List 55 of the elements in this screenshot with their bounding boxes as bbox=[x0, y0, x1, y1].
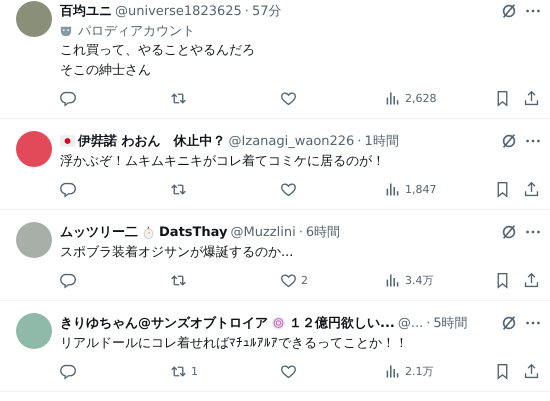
display-name[interactable]: DatsThay bbox=[159, 224, 228, 240]
post-time[interactable]: 1時間 bbox=[364, 132, 399, 150]
user-handle[interactable]: @Izanagi_waon226 bbox=[228, 134, 354, 148]
separator-dot: · bbox=[244, 4, 249, 18]
reply-icon[interactable] bbox=[60, 272, 77, 289]
share-icon[interactable] bbox=[523, 272, 540, 289]
user-handle[interactable]: @universe1823625 bbox=[115, 4, 242, 18]
bar-chart-icon[interactable] bbox=[384, 363, 401, 380]
view-count: 3.4万 bbox=[405, 273, 434, 288]
post-text: リアルドールにコレ着せればﾏﾁｭﾙｱﾙｱできるってことか！！ bbox=[60, 335, 409, 353]
share-icon[interactable] bbox=[523, 181, 540, 198]
post-time[interactable]: 5時間 bbox=[433, 314, 468, 332]
separator-dot: · bbox=[298, 224, 303, 240]
heart-icon[interactable] bbox=[280, 181, 297, 198]
chicken-icon bbox=[141, 225, 156, 239]
heart-icon[interactable] bbox=[280, 272, 297, 289]
reply-icon[interactable] bbox=[60, 181, 77, 198]
slashed-circle-icon[interactable] bbox=[500, 132, 518, 150]
display-name[interactable]: 伊弉諾 わおん 休止中？ bbox=[78, 132, 226, 150]
post-text: これ買って、やることやるんだろ そこの紳士さん bbox=[60, 42, 256, 80]
post-text: スポブラ装着オジサンが爆誕するのか... bbox=[60, 244, 294, 262]
user-handle[interactable]: @Muzzlini bbox=[230, 224, 296, 240]
post-time[interactable]: 57分 bbox=[252, 2, 282, 20]
bar-chart-icon[interactable] bbox=[384, 181, 401, 198]
slashed-circle-icon[interactable] bbox=[500, 314, 518, 332]
heart-icon[interactable] bbox=[280, 90, 297, 107]
slashed-circle-icon[interactable] bbox=[500, 223, 518, 241]
post-time[interactable]: 6時間 bbox=[306, 223, 340, 241]
view-count: 1,847 bbox=[405, 183, 436, 196]
mask-icon bbox=[60, 25, 72, 37]
share-icon[interactable] bbox=[523, 90, 540, 107]
parody-account-label: パロディアカウント bbox=[78, 23, 195, 40]
reply-icon[interactable] bbox=[60, 363, 77, 380]
display-name[interactable]: 百均ユニ bbox=[60, 2, 112, 20]
separator-dot: · bbox=[426, 316, 430, 330]
bar-chart-icon[interactable] bbox=[384, 90, 401, 107]
separator-dot: · bbox=[357, 134, 362, 148]
like-count: 2 bbox=[301, 274, 308, 287]
display-name[interactable]: きりゆちゃん@サンズオブトロイア bbox=[60, 314, 268, 332]
spiral-icon bbox=[271, 316, 286, 330]
slashed-circle-icon[interactable] bbox=[500, 2, 518, 20]
repost-count: 1 bbox=[191, 365, 198, 378]
view-count: 2.1万 bbox=[405, 364, 434, 379]
flag-icon bbox=[60, 134, 75, 148]
display-name[interactable]: ムッツリー二 bbox=[60, 223, 138, 241]
display-name[interactable]: １２億円欲しい... bbox=[289, 314, 395, 332]
avatar-photo[interactable] bbox=[16, 1, 52, 37]
bar-chart-icon[interactable] bbox=[384, 272, 401, 289]
user-handle[interactable]: @... bbox=[398, 316, 424, 330]
avatar-photo[interactable] bbox=[16, 131, 52, 167]
heart-icon[interactable] bbox=[280, 363, 297, 380]
view-count: 2,628 bbox=[405, 92, 436, 105]
reply-icon[interactable] bbox=[60, 90, 77, 107]
share-icon[interactable] bbox=[523, 363, 540, 380]
post-text: 浮かぶぞ！ムキムキニキがコレ着てコミケに居るのが！ bbox=[60, 153, 386, 171]
